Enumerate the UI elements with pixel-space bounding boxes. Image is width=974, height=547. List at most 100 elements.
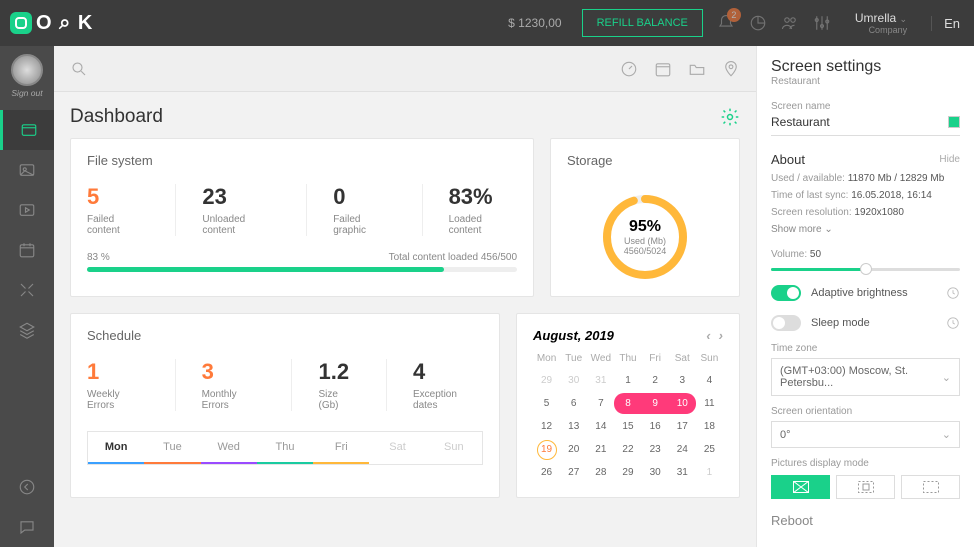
calendar-next[interactable]: › xyxy=(719,328,723,343)
last-sync-line: Time of last sync: 16.05.2018, 16:14 xyxy=(771,190,960,201)
calendar-day[interactable]: 26 xyxy=(533,462,560,483)
storage-ratio: 4560/5024 xyxy=(624,246,667,256)
display-mode-center[interactable] xyxy=(836,475,895,499)
calendar-day[interactable]: 15 xyxy=(614,416,641,437)
storage-card: Storage 95% Used (Mb) 4560/5024 xyxy=(550,138,740,297)
tab-wed[interactable]: Wed xyxy=(201,432,257,464)
sleep-mode-toggle[interactable] xyxy=(771,315,801,331)
language-selector[interactable]: En xyxy=(931,16,960,31)
nav-layers[interactable] xyxy=(0,310,54,350)
nav-back[interactable] xyxy=(0,467,54,507)
storage-pct: 95% xyxy=(624,218,667,236)
screen-color-chip[interactable] xyxy=(948,116,960,128)
nav-schedule[interactable] xyxy=(0,230,54,270)
tab-fri[interactable]: Fri xyxy=(313,432,369,464)
calendar-day[interactable]: 20 xyxy=(560,439,587,460)
dashboard-settings-icon[interactable] xyxy=(720,107,740,127)
screen-name-input[interactable]: Restaurant xyxy=(771,115,830,129)
company-sub: Company xyxy=(855,25,907,35)
volume-slider[interactable] xyxy=(771,268,960,271)
sign-out-link[interactable]: Sign out xyxy=(11,88,42,98)
calendar-day[interactable]: 10 xyxy=(669,393,696,414)
calendar-day[interactable]: 13 xyxy=(560,416,587,437)
tab-sun[interactable]: Sun xyxy=(426,432,482,464)
search-icon[interactable] xyxy=(70,60,88,78)
calendar-icon[interactable] xyxy=(654,60,672,78)
calendar-day[interactable]: 11 xyxy=(696,393,723,414)
speed-icon[interactable] xyxy=(620,60,638,78)
calendar-day[interactable]: 5 xyxy=(533,393,560,414)
calendar-card: August, 2019 ‹ › MonTueWedThuFriSatSun29… xyxy=(516,313,740,498)
calendar-day[interactable]: 3 xyxy=(669,370,696,391)
calendar-day[interactable]: 27 xyxy=(560,462,587,483)
calendar-day[interactable]: 23 xyxy=(642,439,669,460)
show-more-link[interactable]: Show more ⌄ xyxy=(771,224,960,235)
calendar-day[interactable]: 19 xyxy=(533,439,560,460)
company-name: Umrella xyxy=(855,11,896,25)
logo-mark xyxy=(10,12,32,34)
calendar-prev[interactable]: ‹ xyxy=(706,328,710,343)
calendar-day[interactable]: 30 xyxy=(560,370,587,391)
calendar-day[interactable]: 30 xyxy=(642,462,669,483)
fs-stat: 83%Loaded content xyxy=(449,184,517,236)
location-icon[interactable] xyxy=(722,60,740,78)
refill-balance-button[interactable]: REFILL BALANCE xyxy=(582,9,703,37)
calendar-day[interactable]: 14 xyxy=(587,416,614,437)
filesystem-card: File system 5Failed content23Unloaded co… xyxy=(70,138,534,297)
orientation-select[interactable]: 0°⌄ xyxy=(771,421,960,448)
calendar-day[interactable]: 29 xyxy=(614,462,641,483)
company-dropdown[interactable]: Umrella ⌄ Company xyxy=(855,11,907,35)
nav-media[interactable] xyxy=(0,150,54,190)
reboot-heading: Reboot xyxy=(771,513,813,528)
calendar-day[interactable]: 4 xyxy=(696,370,723,391)
tab-mon[interactable]: Mon xyxy=(88,432,144,464)
sched-stat: 1Weekly Errors xyxy=(87,359,176,411)
calendar-day[interactable]: 24 xyxy=(669,439,696,460)
settings-sliders-icon[interactable] xyxy=(813,14,831,32)
calendar-day[interactable]: 7 xyxy=(587,393,614,414)
page-title: Dashboard xyxy=(70,106,163,128)
calendar-day[interactable]: 18 xyxy=(696,416,723,437)
calendar-day[interactable]: 31 xyxy=(669,462,696,483)
used-available-line: Used / available: 11870 Mb / 12829 Mb xyxy=(771,173,960,184)
calendar-day[interactable]: 21 xyxy=(587,439,614,460)
logo: O ⌕ K xyxy=(10,12,93,35)
tab-thu[interactable]: Thu xyxy=(257,432,313,464)
calendar-day[interactable]: 1 xyxy=(696,462,723,483)
calendar-day[interactable]: 2 xyxy=(642,370,669,391)
tab-tue[interactable]: Tue xyxy=(144,432,200,464)
folder-icon[interactable] xyxy=(688,60,706,78)
users-icon[interactable] xyxy=(781,14,799,32)
about-hide-link[interactable]: Hide xyxy=(939,154,960,165)
nav-chat[interactable] xyxy=(0,507,54,547)
analytics-icon[interactable] xyxy=(749,14,767,32)
calendar-day[interactable]: 31 xyxy=(587,370,614,391)
tab-sat[interactable]: Sat xyxy=(369,432,425,464)
display-mode-stretch[interactable] xyxy=(901,475,960,499)
clock-icon[interactable] xyxy=(946,286,960,300)
clock-icon[interactable] xyxy=(946,316,960,330)
sleep-mode-label: Sleep mode xyxy=(811,317,870,329)
calendar-day[interactable]: 28 xyxy=(587,462,614,483)
calendar-day[interactable]: 22 xyxy=(614,439,641,460)
calendar-day[interactable]: 29 xyxy=(533,370,560,391)
nav-screens[interactable] xyxy=(0,270,54,310)
calendar-day[interactable]: 17 xyxy=(669,416,696,437)
nav-dashboard[interactable] xyxy=(0,110,54,150)
calendar-day[interactable]: 9 xyxy=(642,393,669,414)
schedule-title: Schedule xyxy=(87,328,483,343)
sched-stat: 1.2Size (Gb) xyxy=(318,359,387,411)
adaptive-brightness-toggle[interactable] xyxy=(771,285,801,301)
display-mode-fit[interactable] xyxy=(771,475,830,499)
notifications-icon[interactable]: 2 xyxy=(717,14,735,32)
calendar-day[interactable]: 16 xyxy=(642,416,669,437)
calendar-day[interactable]: 12 xyxy=(533,416,560,437)
calendar-day[interactable]: 6 xyxy=(560,393,587,414)
adaptive-brightness-label: Adaptive brightness xyxy=(811,287,908,299)
nav-playlists[interactable] xyxy=(0,190,54,230)
timezone-select[interactable]: (GMT+03:00) Moscow, St. Petersbu...⌄ xyxy=(771,358,960,396)
calendar-day[interactable]: 1 xyxy=(614,370,641,391)
calendar-day[interactable]: 8 xyxy=(614,393,641,414)
calendar-day[interactable]: 25 xyxy=(696,439,723,460)
avatar[interactable] xyxy=(11,54,43,86)
